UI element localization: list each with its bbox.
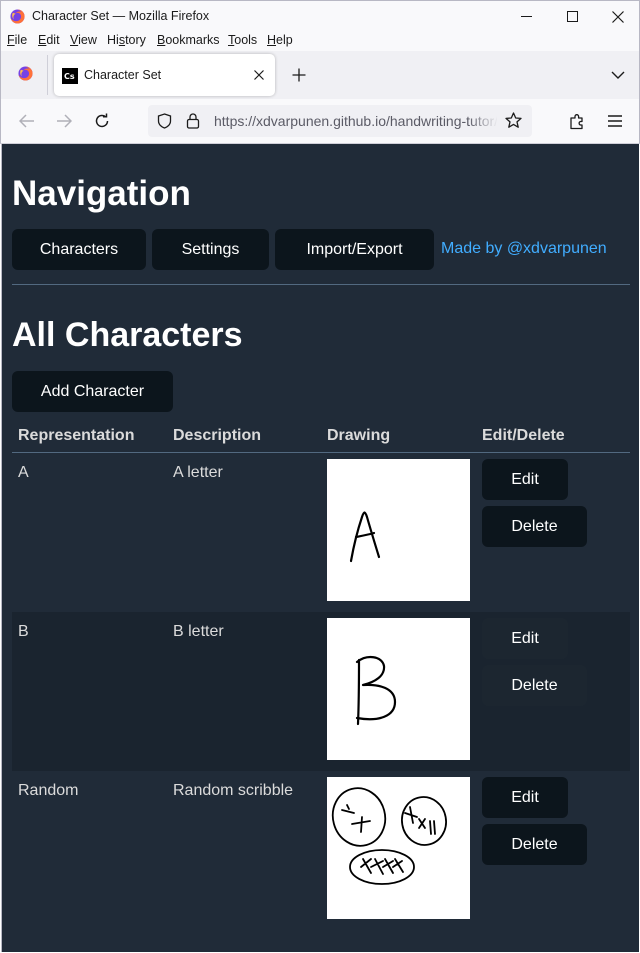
made-by-link[interactable]: Made by @xdvarpunen — [441, 240, 607, 258]
cell-description: B letter — [173, 623, 224, 640]
puzzle-icon — [569, 113, 583, 129]
column-header-description: Description — [173, 427, 262, 444]
edit-button[interactable]: Edit — [482, 459, 568, 500]
list-all-tabs-button[interactable] — [607, 64, 629, 86]
window-titlebar: Character Set — Mozilla Firefox — [0, 0, 640, 31]
url-text[interactable]: https://xdvarpunen.github.io/handwriting… — [214, 113, 497, 129]
divider — [12, 284, 630, 285]
menu-edit-rest: dit — [46, 33, 60, 47]
forward-arrow-icon — [57, 114, 72, 128]
tab-character-set[interactable]: Cs Character Set — [54, 54, 275, 96]
url-fade — [468, 105, 498, 137]
table-row: B B letter Edit Delete — [12, 612, 630, 771]
minimize-button[interactable] — [503, 1, 549, 32]
menu-help-accel: H — [267, 33, 277, 47]
edit-button[interactable]: Edit — [482, 777, 568, 818]
close-icon — [254, 70, 264, 80]
new-tab-button[interactable] — [288, 64, 310, 86]
back-button[interactable] — [15, 109, 39, 133]
menu-tools[interactable]: Tools — [228, 33, 257, 47]
back-arrow-icon — [19, 114, 34, 128]
firefox-logo-icon — [10, 9, 25, 24]
minimize-icon — [520, 16, 532, 17]
cell-representation: B — [18, 623, 29, 640]
all-characters-heading: All Characters — [12, 316, 243, 354]
add-character-button[interactable]: Add Character — [12, 371, 173, 412]
column-header-drawing: Drawing — [327, 427, 391, 444]
cell-description: Random scribble — [173, 782, 294, 799]
reload-button[interactable] — [90, 109, 114, 133]
navigation-heading: Navigation — [12, 174, 191, 213]
page-content: Navigation Characters Settings Import/Ex… — [1, 144, 639, 952]
drawing-random-scribble-image — [331, 787, 447, 885]
delete-button[interactable]: Delete — [482, 824, 587, 865]
close-icon — [612, 10, 624, 23]
column-header-edit-delete: Edit/Delete — [482, 427, 565, 444]
menu-help-rest: elp — [276, 33, 293, 47]
edit-button[interactable]: Edit — [482, 618, 568, 659]
hamburger-menu-icon — [608, 115, 622, 127]
drawing-b-image — [355, 656, 397, 726]
navigation-toolbar: https://xdvarpunen.github.io/handwriting… — [0, 99, 640, 144]
tab-separator — [47, 55, 48, 95]
window-title: Character Set — Mozilla Firefox — [32, 9, 210, 23]
menu-history-pre: Hi — [107, 33, 119, 47]
url-bar[interactable]: https://xdvarpunen.github.io/handwriting… — [148, 105, 532, 137]
chevron-down-icon — [611, 71, 625, 79]
tracking-protection-shield-icon[interactable] — [157, 113, 172, 129]
menu-file[interactable]: File — [7, 33, 27, 47]
maximize-button[interactable] — [549, 1, 595, 32]
import-export-nav-button[interactable]: Import/Export — [275, 229, 434, 270]
close-window-button[interactable] — [595, 1, 640, 32]
tab-close-button[interactable] — [250, 66, 268, 84]
menu-view-rest: iew — [78, 33, 97, 47]
app-menu-button[interactable] — [603, 109, 627, 133]
menu-tools-rest: ools — [234, 33, 258, 47]
tab-favicon: Cs — [62, 68, 78, 84]
menu-file-rest: ile — [14, 33, 28, 47]
cell-representation: Random — [18, 782, 79, 799]
reload-icon — [95, 113, 109, 128]
settings-nav-button[interactable]: Settings — [152, 229, 269, 270]
table-row: A A letter Edit Delete — [12, 453, 630, 612]
firefox-view-icon[interactable] — [18, 66, 33, 81]
forward-button[interactable] — [52, 109, 76, 133]
drawing-a-image — [349, 511, 381, 563]
menu-help[interactable]: Help — [267, 33, 293, 47]
menu-view[interactable]: View — [70, 33, 97, 47]
menu-bookmarks[interactable]: Bookmarks — [157, 33, 220, 47]
delete-button[interactable]: Delete — [482, 506, 587, 547]
tab-title: Character Set — [84, 68, 162, 82]
menu-file-accel: F — [7, 33, 15, 47]
extensions-button[interactable] — [565, 109, 589, 133]
character-drawing-b — [327, 618, 470, 760]
menu-edit[interactable]: Edit — [38, 33, 60, 47]
cell-representation: A — [18, 464, 29, 481]
menu-bar: File Edit View History Bookmarks Tools H… — [0, 31, 640, 51]
menu-view-accel: V — [70, 33, 79, 47]
lock-icon[interactable] — [186, 112, 200, 129]
character-drawing-a — [327, 459, 470, 601]
table-row: Random Random scribble Edit Delete — [12, 771, 630, 930]
plus-icon — [292, 68, 306, 82]
maximize-icon — [566, 11, 578, 22]
characters-nav-button[interactable]: Characters — [12, 229, 146, 270]
menu-history-rest: tory — [125, 33, 146, 47]
column-header-representation: Representation — [18, 427, 135, 444]
character-drawing-random — [327, 777, 470, 919]
delete-button[interactable]: Delete — [482, 665, 587, 706]
cell-description: A letter — [173, 464, 223, 481]
bookmark-star-icon[interactable] — [505, 112, 522, 129]
menu-history[interactable]: History — [107, 33, 146, 47]
tab-bar: Cs Character Set — [0, 51, 640, 99]
menu-bookmarks-rest: ookmarks — [165, 33, 220, 47]
